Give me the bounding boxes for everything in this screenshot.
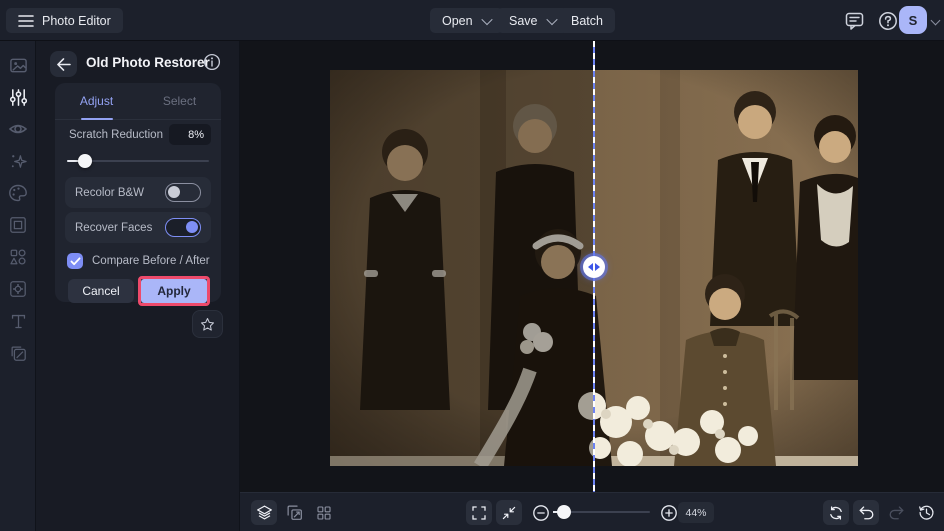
tool-rail — [0, 41, 36, 531]
duplicate-tool-icon[interactable] — [7, 342, 29, 364]
cancel-button[interactable]: Cancel — [68, 279, 134, 303]
apply-button[interactable]: Apply — [141, 279, 207, 303]
fit-to-screen-button[interactable] — [496, 500, 522, 525]
zoom-in-icon — [661, 504, 677, 521]
feedback-button[interactable] — [843, 10, 865, 32]
compare-checkbox-row[interactable]: Compare Before / After — [67, 253, 210, 269]
apply-highlight-box: Apply — [138, 276, 210, 306]
chevron-down-icon — [480, 13, 493, 25]
scratch-reduction-slider[interactable] — [67, 154, 209, 168]
fullscreen-icon — [472, 505, 486, 520]
recover-faces-toggle[interactable] — [165, 218, 201, 237]
fit-to-screen-icon — [502, 506, 516, 519]
eye-tool-icon[interactable] — [7, 118, 29, 140]
app-title: Photo Editor — [42, 13, 111, 28]
open-button-label: Open — [442, 13, 473, 28]
history-button[interactable] — [913, 500, 939, 525]
recolor-bw-label: Recolor B&W — [75, 186, 145, 199]
zoom-slider[interactable] — [553, 505, 650, 519]
undo-button[interactable] — [853, 500, 879, 525]
redo-icon — [889, 506, 903, 520]
reset-icon — [830, 505, 842, 520]
save-button[interactable]: Save — [497, 8, 568, 33]
save-button-label: Save — [509, 13, 538, 28]
effects-tool-icon[interactable] — [7, 150, 29, 172]
open-button[interactable]: Open — [430, 8, 503, 33]
layers-button[interactable] — [251, 500, 277, 525]
zoom-out-button[interactable] — [528, 500, 554, 525]
action-buttons: Cancel Apply — [68, 276, 210, 306]
star-icon — [200, 317, 215, 331]
check-icon — [70, 256, 80, 265]
arrow-left-icon — [588, 263, 593, 271]
compare-divider-handle[interactable] — [583, 256, 605, 278]
photo-editor-app: Photo Editor Open Save Batch S Old Photo… — [0, 0, 944, 531]
panel-tabs: Adjust Select — [55, 83, 221, 120]
zoom-slider-thumb[interactable] — [557, 505, 571, 519]
batch-button[interactable]: Batch — [559, 8, 615, 33]
frame-tool-icon[interactable] — [7, 214, 29, 236]
toggle-knob — [168, 186, 180, 198]
tool-panel: Old Photo Restorer Adjust Select Scratch… — [36, 41, 240, 531]
history-icon — [918, 505, 933, 520]
chevron-down-icon — [545, 13, 558, 25]
main-menu-button[interactable]: Photo Editor — [6, 8, 123, 33]
image-tool-icon[interactable] — [7, 54, 29, 76]
slider-thumb[interactable] — [78, 154, 92, 168]
before-region — [330, 70, 594, 466]
adjust-tool-icon[interactable] — [7, 86, 29, 108]
compare-checkbox[interactable] — [67, 253, 83, 269]
zoom-out-icon — [533, 504, 549, 521]
paint-tool-icon[interactable] — [7, 182, 29, 204]
help-button[interactable] — [877, 10, 899, 32]
back-button[interactable] — [50, 51, 77, 77]
reset-button[interactable] — [823, 500, 849, 525]
layers-icon — [256, 505, 272, 520]
account-chevron-icon[interactable] — [930, 15, 941, 26]
text-tool-icon[interactable] — [7, 310, 29, 332]
topbar: Photo Editor Open Save Batch S — [0, 0, 944, 41]
editor-canvas[interactable] — [240, 41, 944, 492]
sticker-tool-icon[interactable] — [7, 278, 29, 300]
favorite-button[interactable] — [192, 310, 223, 338]
tab-select[interactable]: Select — [138, 83, 221, 119]
avatar[interactable]: S — [899, 6, 927, 34]
recolor-bw-toggle[interactable] — [165, 183, 201, 202]
tab-adjust[interactable]: Adjust — [55, 83, 138, 119]
grid-view-icon — [317, 505, 331, 520]
hamburger-icon — [18, 14, 34, 27]
zoom-level-value[interactable]: 44% — [678, 502, 714, 523]
feedback-icon — [845, 12, 863, 30]
recover-faces-row: Recover Faces — [65, 212, 211, 243]
avatar-initial: S — [908, 12, 918, 28]
info-button[interactable] — [203, 53, 223, 73]
arrow-right-icon — [595, 263, 600, 271]
grid-view-button[interactable] — [311, 500, 337, 525]
compare-checkbox-label: Compare Before / After — [92, 255, 210, 267]
scratch-reduction-label: Scratch Reduction — [69, 129, 163, 141]
arrow-left-icon — [57, 57, 71, 71]
transform-icon — [287, 505, 302, 520]
undo-icon — [859, 506, 873, 520]
elements-tool-icon[interactable] — [7, 246, 29, 268]
recover-faces-label: Recover Faces — [75, 221, 153, 234]
panel-title: Old Photo Restorer — [86, 55, 210, 70]
help-icon — [879, 12, 897, 30]
redo-button[interactable] — [883, 500, 909, 525]
scratch-reduction-value[interactable]: 8% — [169, 124, 211, 145]
restorer-card: Adjust Select Scratch Reduction 8% Recol… — [55, 83, 221, 306]
bottom-toolbar: 44% — [240, 492, 944, 531]
transform-button[interactable] — [281, 500, 307, 525]
batch-button-label: Batch — [571, 13, 603, 28]
fullscreen-button[interactable] — [466, 500, 492, 525]
info-icon — [203, 53, 221, 71]
toggle-knob — [186, 221, 198, 233]
recolor-bw-row: Recolor B&W — [65, 177, 211, 208]
